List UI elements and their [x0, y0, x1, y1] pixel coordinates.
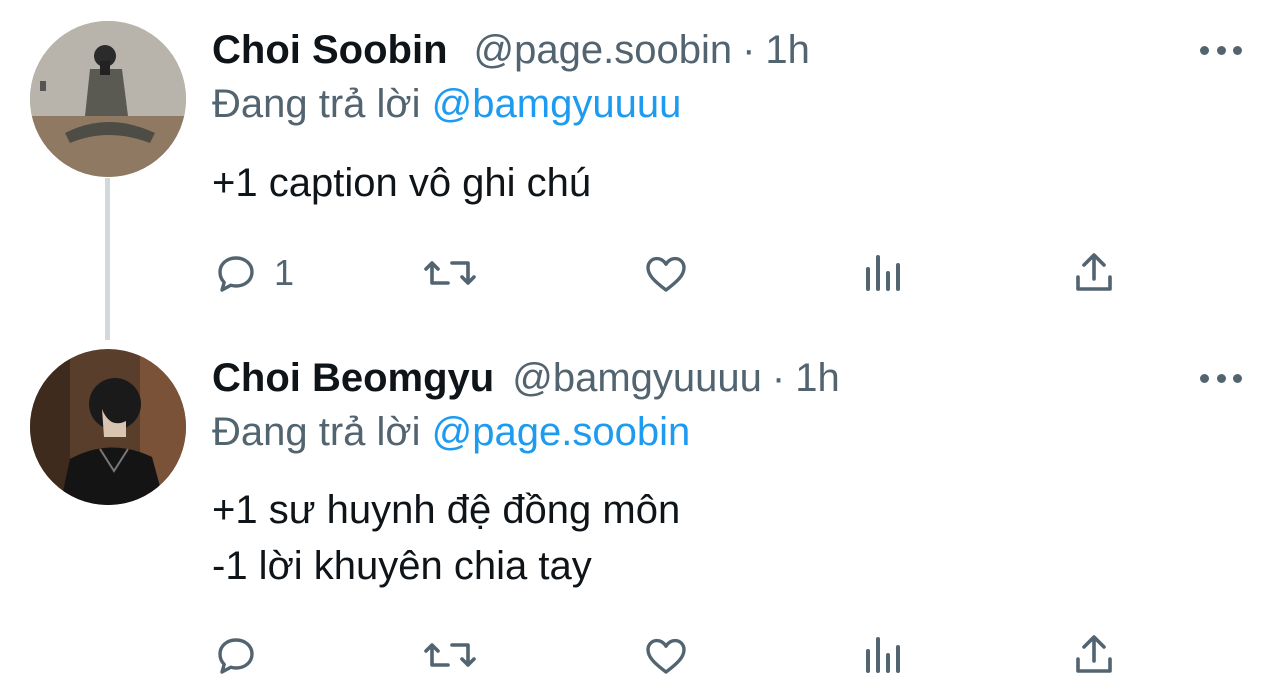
- timestamp[interactable]: 1h: [765, 28, 810, 73]
- reply-icon: [218, 638, 254, 674]
- tweet-2[interactable]: Choi Beomgyu @bamgyuuuu · 1h Đang trả lờ…: [0, 340, 1284, 699]
- avatar[interactable]: [30, 21, 186, 177]
- share-icon: [1076, 635, 1112, 673]
- analytics-icon: [866, 637, 900, 673]
- like-button[interactable]: [642, 627, 690, 683]
- share-icon: [1076, 253, 1112, 291]
- display-name[interactable]: Choi Soobin: [212, 28, 448, 73]
- action-bar: 1: [212, 245, 1132, 301]
- separator: ·: [742, 27, 756, 72]
- retweet-icon: [424, 643, 476, 667]
- reply-button[interactable]: [212, 627, 274, 683]
- retweet-button[interactable]: [422, 627, 478, 683]
- more-icon[interactable]: [1200, 40, 1242, 60]
- replying-to: Đang trả lời @page.soobin: [212, 410, 690, 455]
- timestamp[interactable]: 1h: [795, 356, 840, 401]
- tweet-line: +1 sư huynh đệ đồng môn: [212, 488, 681, 532]
- thread-line: [105, 178, 110, 340]
- reply-button[interactable]: 1: [212, 245, 294, 301]
- user-handle[interactable]: @page.soobin: [474, 28, 733, 73]
- avatar-image: [30, 349, 186, 505]
- analytics-button[interactable]: [858, 627, 906, 683]
- display-name[interactable]: Choi Beomgyu: [212, 356, 494, 401]
- tweet-line: -1 lời khuyên chia tay: [212, 544, 592, 588]
- action-bar: [212, 627, 1132, 683]
- tweet-header: Choi Soobin @page.soobin · 1h: [212, 22, 810, 78]
- avatar[interactable]: [30, 349, 186, 505]
- tweet-header: Choi Beomgyu @bamgyuuuu · 1h: [212, 350, 840, 406]
- tweet-line: +1 caption vô ghi chú: [212, 161, 592, 205]
- more-icon[interactable]: [1200, 368, 1242, 388]
- reply-count: 1: [274, 252, 295, 293]
- avatar-image: [30, 21, 186, 177]
- tweet-text: +1 sư huynh đệ đồng môn -1 lời khuyên ch…: [212, 482, 680, 594]
- share-button[interactable]: [1070, 627, 1118, 683]
- tweet-1[interactable]: Choi Soobin @page.soobin · 1h Đang trả l…: [0, 0, 1284, 340]
- mention-link[interactable]: @bamgyuuuu: [432, 82, 682, 126]
- user-handle[interactable]: @bamgyuuuu: [512, 356, 762, 401]
- like-button[interactable]: [642, 245, 690, 301]
- mention-link[interactable]: @page.soobin: [432, 410, 691, 454]
- tweet-text: +1 caption vô ghi chú: [212, 155, 591, 211]
- reply-icon: [218, 256, 254, 292]
- retweet-button[interactable]: [422, 245, 478, 301]
- like-icon: [646, 256, 686, 292]
- share-button[interactable]: [1070, 245, 1118, 301]
- replying-label: Đang trả lời: [212, 410, 421, 454]
- replying-label: Đang trả lời: [212, 82, 421, 126]
- analytics-icon: [866, 255, 900, 291]
- separator: ·: [771, 355, 786, 400]
- analytics-button[interactable]: [858, 245, 906, 301]
- like-icon: [646, 638, 686, 674]
- replying-to: Đang trả lời @bamgyuuuu: [212, 82, 681, 127]
- retweet-icon: [424, 261, 476, 285]
